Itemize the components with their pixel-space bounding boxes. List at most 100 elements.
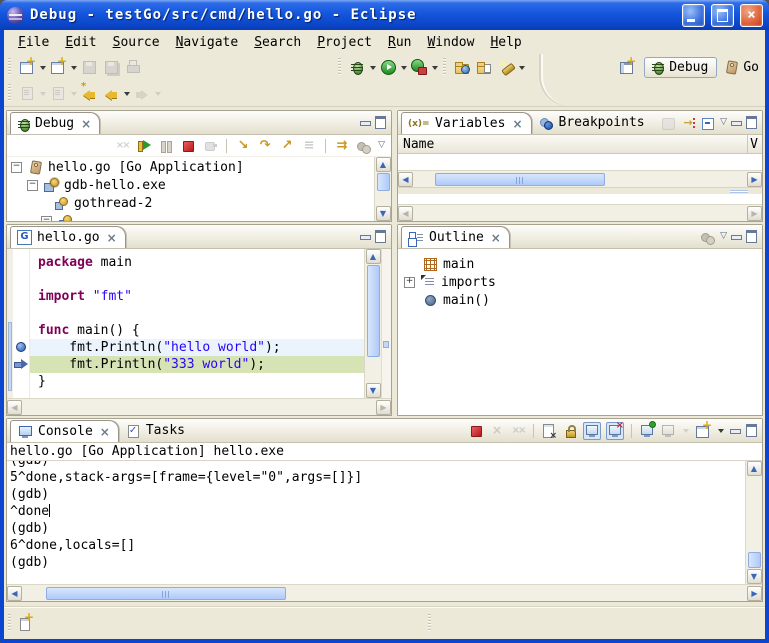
tree-row-process[interactable]: − gdb-hello.exe bbox=[11, 176, 374, 194]
suspend-icon[interactable] bbox=[158, 138, 174, 154]
new-file-button[interactable] bbox=[47, 56, 69, 78]
new-wizard-dropdown[interactable] bbox=[38, 56, 47, 78]
collapse-all-icon[interactable] bbox=[700, 115, 716, 131]
debug-tree[interactable]: − hello.go [Go Application] − gdb-hello.… bbox=[7, 157, 374, 221]
perspective-debug-button[interactable]: Debug bbox=[644, 57, 717, 78]
scroll-lock-icon[interactable] bbox=[562, 423, 578, 439]
title-bar[interactable]: Debug - testGo/src/cmd/hello.go - Eclips… bbox=[0, 0, 769, 30]
fast-view-icon[interactable] bbox=[18, 615, 34, 631]
variables-hscrollbar[interactable]: ◀ ▶ bbox=[398, 170, 762, 187]
maximize-view-icon[interactable] bbox=[375, 230, 386, 243]
close-icon[interactable]: × bbox=[107, 231, 117, 245]
toolbar-grip[interactable] bbox=[443, 58, 446, 76]
menu-run[interactable]: Run bbox=[380, 32, 419, 53]
open-resource-button[interactable] bbox=[473, 56, 495, 78]
minimize-view-icon[interactable] bbox=[731, 121, 742, 126]
new-wizard-button[interactable] bbox=[16, 56, 38, 78]
maximize-view-icon[interactable] bbox=[375, 116, 386, 129]
maximize-view-icon[interactable] bbox=[746, 424, 757, 437]
outline-item-main-func[interactable]: main() bbox=[404, 291, 762, 309]
last-edit-location-button[interactable] bbox=[16, 82, 38, 104]
editor-gutter[interactable] bbox=[13, 249, 30, 398]
scroll-up-icon[interactable]: ▲ bbox=[747, 461, 762, 476]
step-into-icon[interactable]: ↘ bbox=[235, 138, 251, 154]
print-button[interactable] bbox=[122, 56, 144, 78]
outline-item-imports[interactable]: + imports bbox=[404, 273, 762, 291]
debug-launch-dropdown[interactable] bbox=[368, 56, 377, 78]
menu-help[interactable]: Help bbox=[482, 32, 529, 53]
back-button[interactable] bbox=[100, 82, 122, 104]
scroll-left-icon[interactable]: ◀ bbox=[7, 586, 22, 601]
tab-console[interactable]: Console × bbox=[10, 420, 119, 442]
scroll-right-icon[interactable]: ▶ bbox=[747, 172, 762, 187]
menu-window[interactable]: Window bbox=[419, 32, 482, 53]
minimize-view-icon[interactable] bbox=[360, 121, 371, 126]
minimize-view-icon[interactable] bbox=[360, 235, 371, 240]
scroll-left-icon[interactable]: ◀ bbox=[7, 400, 22, 415]
debug-extra-icon[interactable] bbox=[356, 138, 372, 154]
collapse-toggle[interactable]: − bbox=[11, 162, 22, 173]
editor-text-area[interactable]: package main import "fmt" func main() { … bbox=[30, 249, 364, 398]
view-menu-icon[interactable]: ▽ bbox=[378, 141, 385, 150]
toolbar-grip[interactable] bbox=[8, 84, 11, 102]
close-icon[interactable]: × bbox=[100, 425, 110, 439]
scroll-thumb[interactable] bbox=[748, 552, 761, 568]
scroll-right-icon[interactable]: ▶ bbox=[376, 400, 391, 415]
perspective-go-button[interactable]: Go bbox=[723, 59, 759, 75]
last-edit-dropdown[interactable] bbox=[38, 82, 47, 104]
maximize-view-icon[interactable] bbox=[746, 116, 757, 129]
step-return-icon[interactable]: ↗ bbox=[279, 138, 295, 154]
toolbar-grip[interactable] bbox=[338, 58, 341, 76]
step-over-icon[interactable]: ↷ bbox=[257, 138, 273, 154]
tab-outline[interactable]: Outline × bbox=[401, 226, 510, 248]
scroll-thumb[interactable] bbox=[367, 265, 380, 357]
variables-table[interactable] bbox=[398, 154, 762, 170]
tab-debug[interactable]: Debug × bbox=[10, 112, 100, 134]
search-button[interactable] bbox=[495, 56, 517, 78]
display-console-icon[interactable] bbox=[660, 423, 676, 439]
tab-breakpoints[interactable]: Breakpoints bbox=[532, 111, 653, 134]
display-console-dropdown[interactable] bbox=[681, 420, 690, 442]
clear-console-icon[interactable] bbox=[541, 423, 557, 439]
scroll-left-icon[interactable]: ◀ bbox=[398, 206, 413, 221]
pin-console-icon[interactable] bbox=[639, 423, 655, 439]
back-to-last-edit-button[interactable]: * bbox=[78, 82, 100, 104]
forward-dropdown[interactable] bbox=[153, 82, 162, 104]
scroll-down-icon[interactable]: ▼ bbox=[747, 569, 762, 584]
console-output[interactable]: (gdb) 5^done,stack-args=[frame={level="0… bbox=[7, 461, 745, 584]
run-launch-button[interactable] bbox=[377, 56, 399, 78]
menu-edit[interactable]: Edit bbox=[57, 32, 104, 53]
outline-item-package[interactable]: main bbox=[404, 255, 762, 273]
run-launch-dropdown[interactable] bbox=[399, 56, 408, 78]
new-file-dropdown[interactable] bbox=[69, 56, 78, 78]
scroll-thumb[interactable] bbox=[46, 587, 286, 600]
scroll-thumb[interactable] bbox=[377, 173, 390, 191]
editor-hscrollbar[interactable]: ◀ ▶ bbox=[7, 398, 391, 415]
external-tools-button[interactable] bbox=[408, 56, 430, 78]
outline-extra-icon[interactable] bbox=[700, 229, 716, 245]
minimize-view-icon[interactable] bbox=[731, 235, 742, 240]
debug-tree-vscrollbar[interactable]: ▲ ▼ bbox=[374, 157, 391, 221]
scroll-right-icon[interactable]: ▶ bbox=[747, 206, 762, 221]
close-button[interactable]: × bbox=[740, 4, 763, 27]
show-type-names-icon[interactable] bbox=[660, 115, 676, 131]
show-logical-structure-icon[interactable]: → bbox=[680, 115, 696, 131]
scroll-thumb[interactable] bbox=[435, 173, 605, 186]
forward-button[interactable] bbox=[131, 82, 153, 104]
maximize-button[interactable] bbox=[711, 4, 734, 27]
scroll-up-icon[interactable]: ▲ bbox=[376, 157, 391, 172]
minimize-view-icon[interactable] bbox=[730, 429, 741, 434]
console-hscrollbar[interactable]: ◀ ▶ bbox=[7, 584, 762, 601]
menu-file[interactable]: File bbox=[10, 32, 57, 53]
variables-detail-pane[interactable]: ◀ ▶ bbox=[398, 194, 762, 221]
editor-vscrollbar[interactable]: ▲ ▼ bbox=[364, 249, 381, 398]
detail-pane-sash[interactable] bbox=[398, 187, 762, 194]
close-icon[interactable]: × bbox=[491, 231, 501, 245]
tree-row-partial[interactable]: − bbox=[11, 212, 374, 221]
open-console-dropdown[interactable] bbox=[716, 420, 725, 442]
open-console-icon[interactable] bbox=[695, 423, 711, 439]
go-into-dropdown[interactable] bbox=[69, 82, 78, 104]
save-button[interactable] bbox=[78, 56, 100, 78]
open-type-button[interactable] bbox=[451, 56, 473, 78]
editor-overview-ruler[interactable] bbox=[381, 249, 391, 398]
